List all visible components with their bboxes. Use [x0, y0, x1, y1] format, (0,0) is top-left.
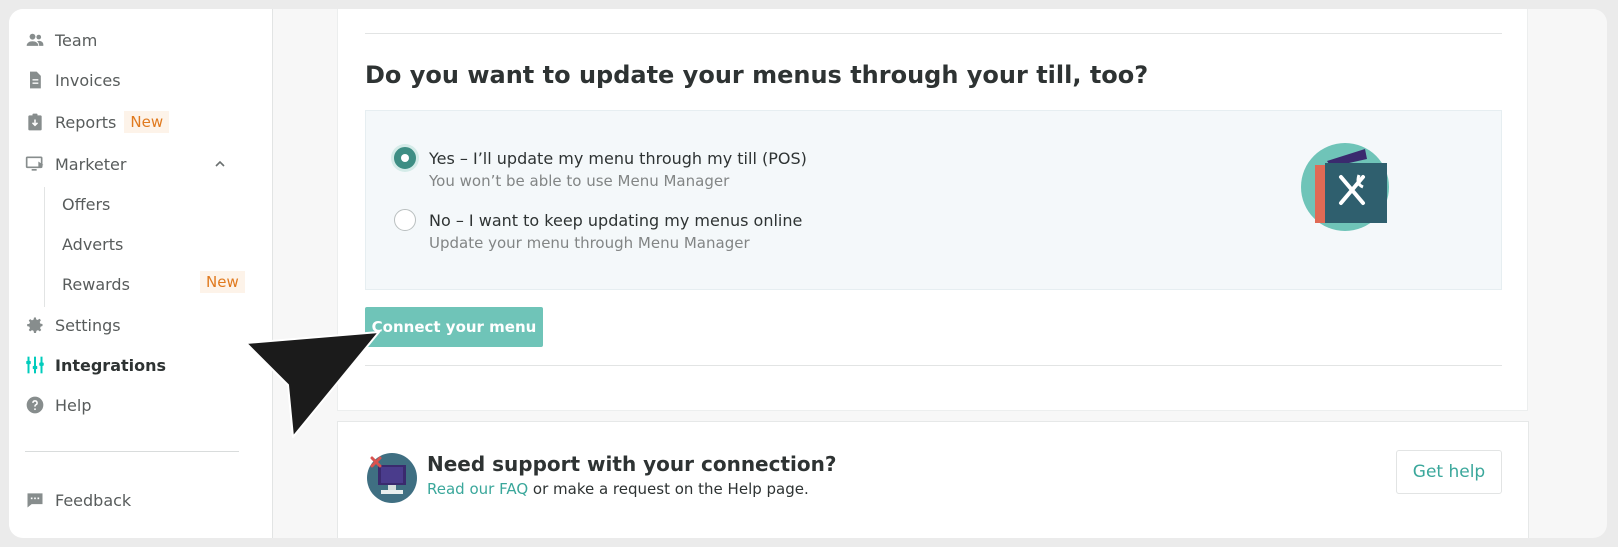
sidebar-item-reports[interactable]: Reports New — [25, 107, 170, 137]
support-card: Need support with your connection? Read … — [337, 421, 1529, 538]
support-computer-icon — [367, 453, 417, 503]
sidebar-item-label: Help — [55, 395, 92, 415]
gear-icon — [25, 315, 45, 335]
support-text: Read our FAQ or make a request on the He… — [427, 480, 809, 498]
divider — [365, 33, 1502, 34]
team-icon — [25, 30, 45, 50]
menu-options-box: Yes – I’ll update my menu through my til… — [365, 110, 1502, 290]
help-icon — [25, 395, 45, 415]
option-sub-online: Update your menu through Menu Manager — [429, 234, 750, 252]
chevron-up-icon[interactable] — [213, 157, 227, 171]
sidebar-item-settings[interactable]: Settings — [25, 310, 121, 340]
radio-update-online[interactable] — [394, 209, 416, 231]
invoice-icon — [25, 70, 45, 90]
sidebar-item-invoices[interactable]: Invoices — [25, 65, 121, 95]
submenu-divider — [44, 187, 45, 307]
sidebar-item-integrations[interactable]: Integrations — [25, 350, 166, 380]
new-badge: New — [200, 271, 245, 293]
sidebar-divider — [25, 451, 239, 452]
sidebar-item-marketer[interactable]: Marketer — [25, 149, 126, 179]
support-title: Need support with your connection? — [427, 452, 837, 476]
menu-sync-card: Do you want to update your menus through… — [337, 9, 1528, 411]
new-badge: New — [124, 111, 170, 133]
sidebar-item-feedback[interactable]: Feedback — [25, 485, 131, 515]
app-frame: Team Invoices Reports New Marketer Offer… — [9, 9, 1607, 538]
page-title: Do you want to update your menus through… — [365, 61, 1149, 89]
option-label-online[interactable]: No – I want to keep updating my menus on… — [429, 211, 802, 230]
sidebar-item-offers[interactable]: Offers — [62, 189, 110, 219]
menu-book-icon — [1301, 143, 1389, 231]
reports-icon — [25, 112, 45, 132]
sidebar-item-adverts[interactable]: Adverts — [62, 229, 123, 259]
sidebar-item-label: Invoices — [55, 70, 121, 90]
divider — [365, 365, 1502, 366]
marketer-icon — [25, 154, 45, 174]
mouse-pointer-icon — [245, 331, 380, 438]
sidebar-item-label: Integrations — [55, 355, 167, 375]
sidebar-item-team[interactable]: Team — [25, 25, 97, 55]
get-help-button[interactable]: Get help — [1396, 450, 1502, 494]
option-label-till[interactable]: Yes – I’ll update my menu through my til… — [429, 149, 807, 168]
faq-link[interactable]: Read our FAQ — [427, 480, 528, 498]
sidebar-item-label: Feedback — [55, 490, 132, 510]
connect-menu-button[interactable]: Connect your menu — [365, 307, 543, 347]
sidebar-item-label: Reports — [55, 112, 117, 132]
option-sub-till: You won’t be able to use Menu Manager — [429, 172, 730, 190]
sidebar-item-label: Settings — [55, 315, 121, 335]
sidebar-item-label: Team — [55, 30, 98, 50]
radio-update-via-till[interactable] — [394, 147, 416, 169]
sidebar-item-label: Marketer — [55, 154, 127, 174]
integrations-icon — [25, 355, 45, 375]
support-rest-text: or make a request on the Help page. — [528, 480, 809, 498]
feedback-icon — [25, 490, 45, 510]
sidebar: Team Invoices Reports New Marketer Offer… — [9, 9, 273, 538]
sidebar-item-rewards[interactable]: Rewards — [62, 269, 130, 299]
sidebar-item-help[interactable]: Help — [25, 390, 91, 420]
